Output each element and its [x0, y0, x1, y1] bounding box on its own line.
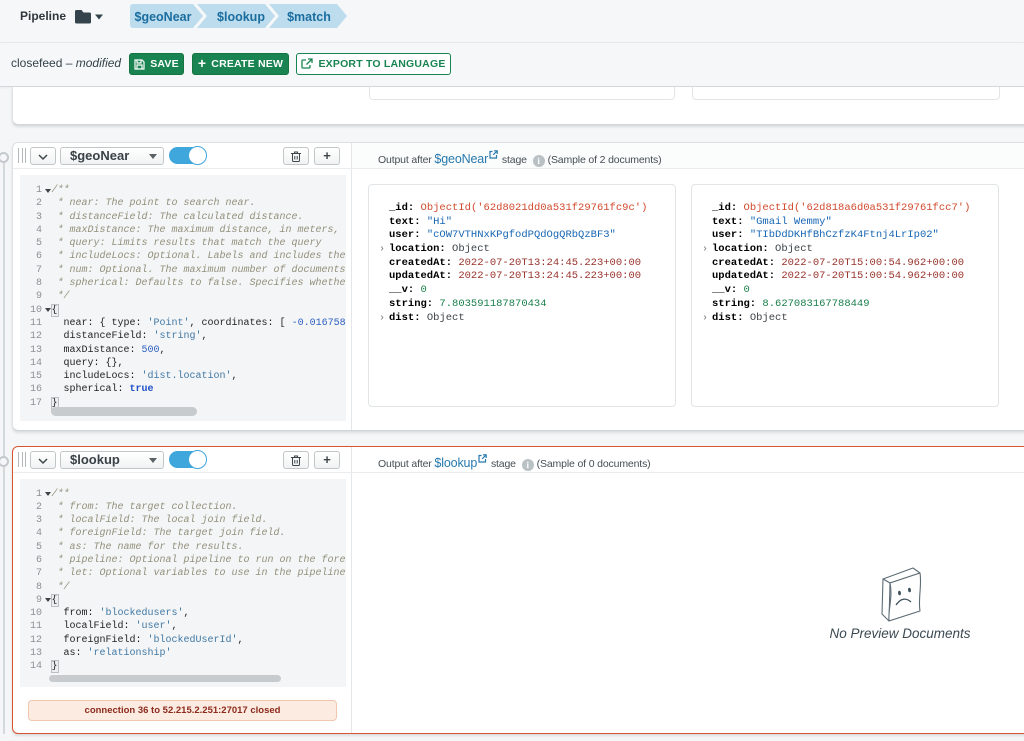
svg-text:$lookup: $lookup — [217, 10, 265, 24]
svg-text:$match: $match — [287, 10, 331, 24]
svg-text:$geoNear: $geoNear — [135, 10, 192, 24]
